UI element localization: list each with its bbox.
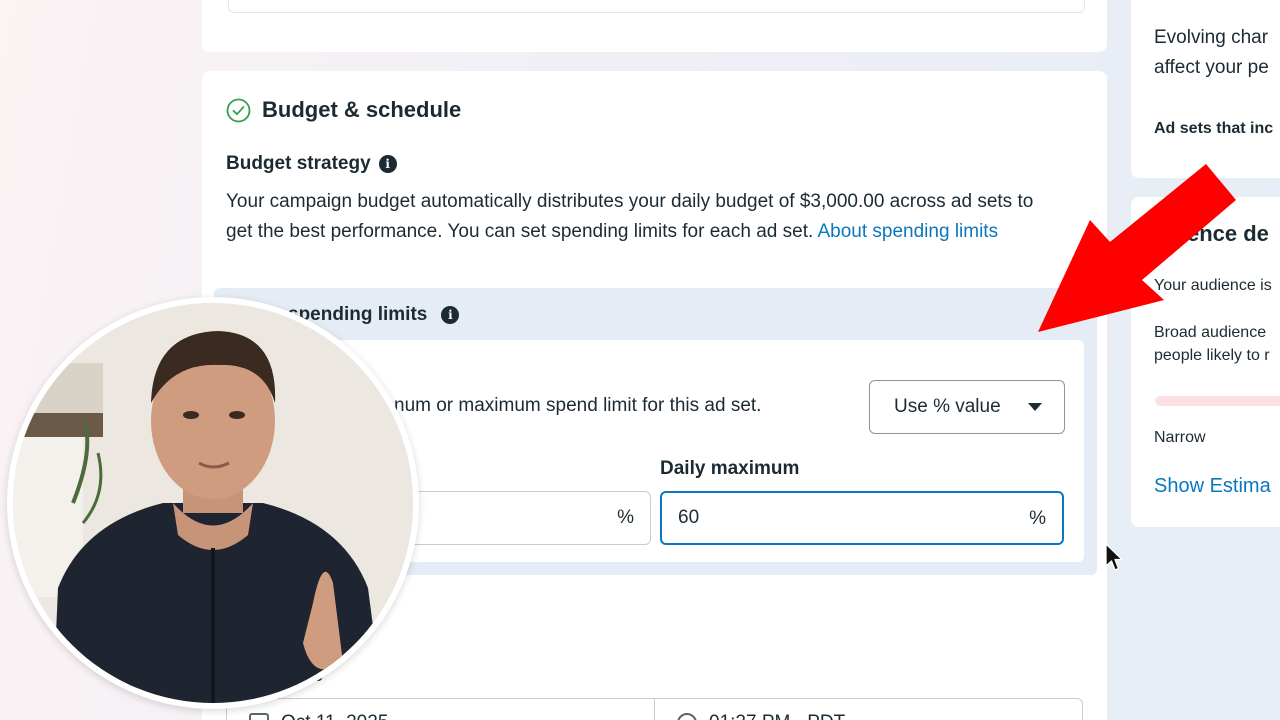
mouse-cursor-icon [1105, 543, 1123, 571]
previous-section-field [228, 0, 1085, 13]
budget-strategy-label: Budget strategy [226, 153, 371, 174]
daily-maximum-value: 60 [678, 507, 700, 528]
start-time-field[interactable]: 01:27 PM · PDT [654, 699, 1082, 720]
red-arrow-icon [1038, 164, 1236, 332]
start-date-value: Oct 11, 2025 [281, 712, 388, 720]
clock-icon [677, 713, 697, 720]
limit-helper-text: num or maximum spend limit for this ad s… [394, 395, 762, 416]
calendar-icon [249, 713, 269, 720]
daily-maximum-input[interactable]: 60 % [660, 491, 1064, 545]
section-header[interactable]: Budget & schedule [226, 97, 461, 123]
about-spending-limits-link[interactable]: About spending limits [817, 221, 998, 242]
daily-maximum-label: Daily maximum [660, 458, 800, 479]
start-time-value: 01:27 PM · PDT [709, 712, 845, 720]
side-info-card: Evolving char affect your pe Ad sets tha… [1131, 0, 1280, 178]
previous-section-card [202, 0, 1107, 52]
percent-unit: % [1029, 508, 1046, 529]
show-estimate-link[interactable]: Show Estima [1154, 475, 1271, 498]
schedule-fields: Oct 11, 2025 01:27 PM · PDT [226, 698, 1083, 720]
section-title: Budget & schedule [262, 97, 462, 122]
side-info-bold: Ad sets that inc [1154, 120, 1274, 137]
value-type-dropdown[interactable]: Use % value [869, 380, 1065, 434]
budget-strategy-heading: Budget strategy i [226, 153, 397, 175]
side-info-line-1: Evolving char [1154, 27, 1269, 48]
side-info-line-2: affect your pe [1154, 57, 1269, 78]
caret-down-icon [1028, 403, 1042, 411]
dropdown-selected-value: Use % value [894, 396, 1001, 417]
meter-narrow-label: Narrow [1154, 429, 1206, 446]
budget-description: Your campaign budget automatically distr… [226, 187, 1056, 247]
presenter-illustration [13, 303, 413, 703]
presenter-photo [13, 303, 413, 703]
check-circle-icon [226, 98, 251, 122]
start-date-field[interactable]: Oct 11, 2025 [227, 699, 654, 720]
presenter-video-bubble [7, 297, 419, 709]
audience-line-3: people likely to r [1154, 347, 1270, 364]
audience-size-meter [1155, 396, 1280, 406]
info-icon[interactable]: i [441, 306, 460, 324]
percent-unit: % [617, 507, 634, 528]
info-icon[interactable]: i [378, 155, 397, 173]
